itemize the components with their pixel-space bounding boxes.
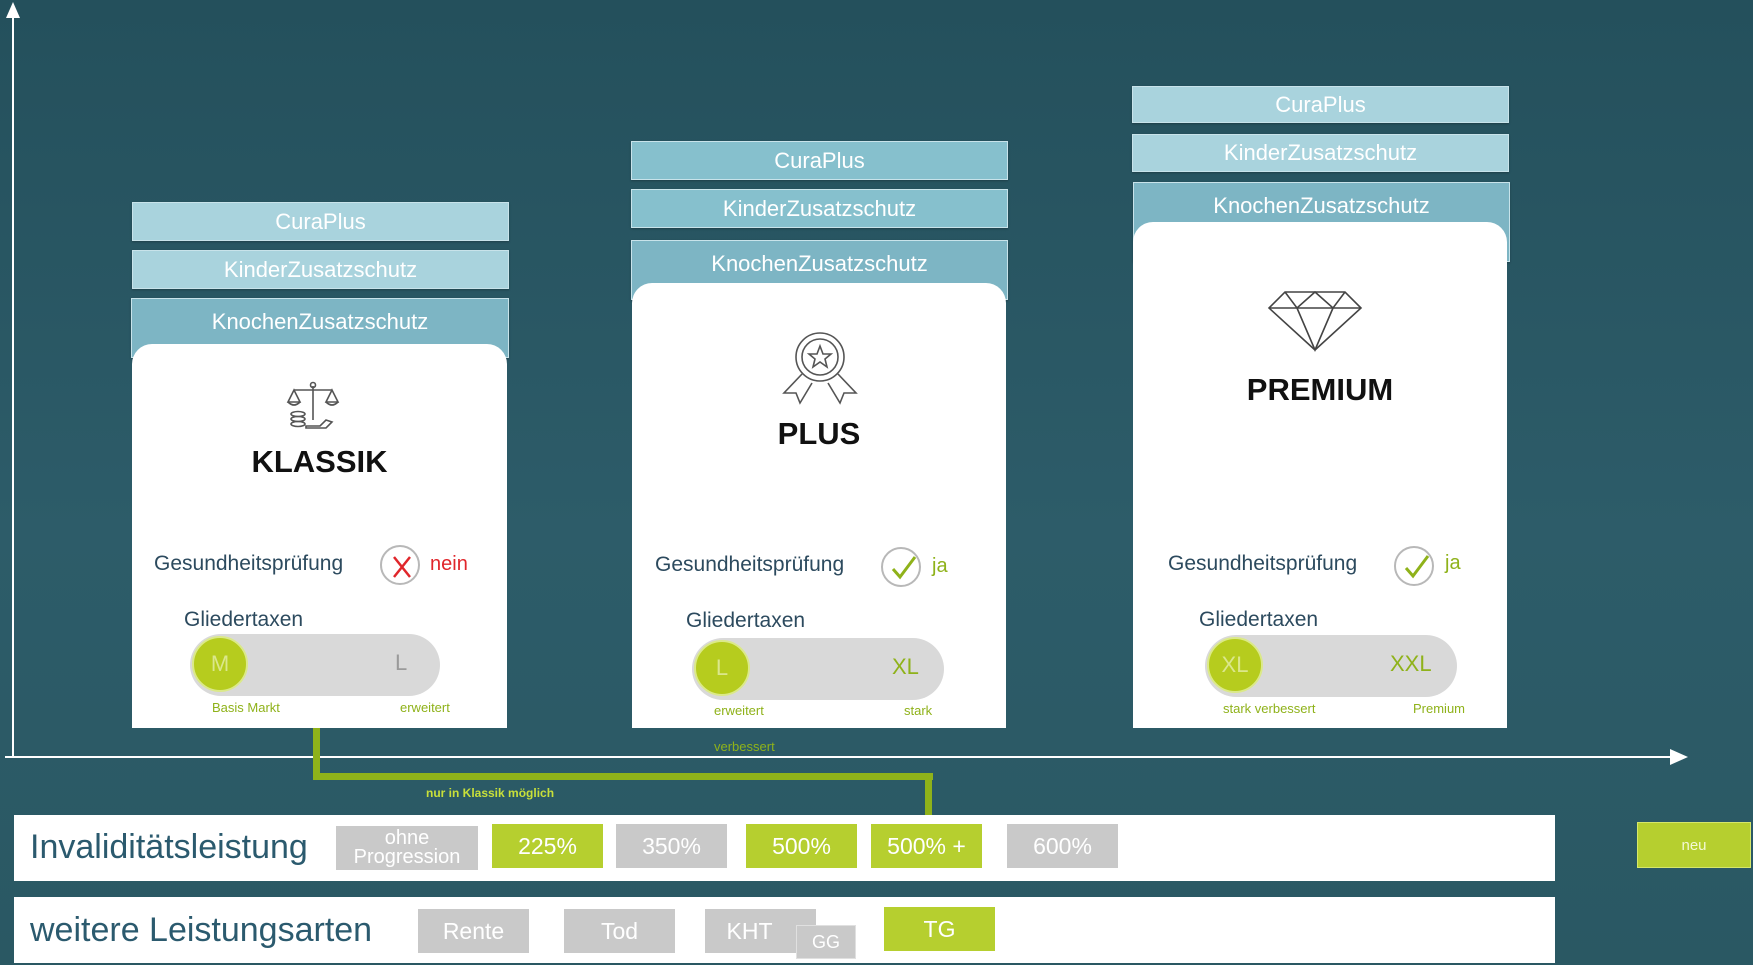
x-mark-icon: [380, 545, 420, 585]
gliedertaxen-label: Gliedertaxen: [686, 609, 806, 632]
invaliditaet-row: Invaliditätsleistung ohne Progression 22…: [14, 815, 1555, 881]
legend-neu: neu: [1637, 822, 1751, 868]
plus-card: PLUS Gesundheitsprüfung ja Gliedertaxen …: [632, 283, 1006, 728]
slider-end-label: XL: [892, 654, 919, 679]
option-chip[interactable]: 600%: [1007, 824, 1118, 868]
slider-knob[interactable]: L: [694, 640, 750, 696]
addon-label: KnochenZusatzschutz: [711, 251, 928, 276]
option-chip[interactable]: 350%: [616, 824, 727, 868]
slider-end-label: L: [395, 650, 408, 675]
connector-caption: nur in Klassik möglich: [426, 786, 555, 800]
addon-label: CuraPlus: [774, 147, 865, 173]
row-title: Invaliditätsleistung: [30, 828, 308, 866]
slider-end-label: XXL: [1390, 651, 1432, 676]
klassik-curaplus-bar: CuraPlus: [132, 202, 509, 241]
premium-kinder-bar: KinderZusatzschutz: [1132, 134, 1509, 172]
option-chip[interactable]: 500%: [746, 824, 857, 868]
slider-right-caption: stark: [904, 703, 933, 718]
gp-verdict: ja: [1445, 552, 1461, 574]
diamond-icon: [1267, 290, 1363, 352]
addon-label: KinderZusatzschutz: [722, 195, 917, 221]
slider-below-caption: verbessert: [714, 739, 775, 754]
addon-label: CuraPlus: [1275, 91, 1366, 117]
addon-label: CuraPlus: [275, 208, 366, 234]
addon-label: KinderZusatzschutz: [1223, 140, 1418, 165]
addon-label: KnochenZusatzschutz: [211, 309, 429, 334]
gp-verdict: ja: [932, 555, 948, 577]
y-axis-arrowhead: [6, 2, 20, 18]
plus-kinder-bar: KinderZusatzschutz: [631, 189, 1008, 228]
premium-curaplus-bar: CuraPlus: [1132, 86, 1509, 123]
tier-title: PREMIUM: [1246, 372, 1394, 407]
gp-verdict: nein: [430, 553, 468, 575]
addon-label: KnochenZusatzschutz: [1213, 193, 1430, 218]
y-axis-line: [12, 14, 14, 756]
gliedertaxen-label: Gliedertaxen: [184, 608, 304, 631]
option-chip[interactable]: ohne Progression: [336, 826, 478, 870]
scale-icon: [286, 381, 340, 429]
x-axis-line: [5, 756, 1673, 758]
option-chip[interactable]: GG: [796, 925, 856, 959]
klassik-card: KLASSIK Gesundheitsprüfung nein Gliedert…: [132, 344, 507, 728]
check-mark-icon: [881, 547, 921, 587]
option-chip[interactable]: Tod: [564, 909, 675, 953]
gliedertaxen-label: Gliedertaxen: [1199, 608, 1319, 631]
slider-left-caption: stark verbessert: [1223, 701, 1316, 716]
option-chip[interactable]: Rente: [418, 909, 529, 953]
option-chip[interactable]: 225%: [492, 824, 603, 868]
gesundheitspruefung-label: Gesundheitsprüfung: [154, 552, 344, 575]
slider-left-caption: erweitert: [714, 703, 764, 718]
slider-knob[interactable]: XL: [1207, 637, 1263, 693]
slider-knob[interactable]: M: [192, 636, 248, 692]
addon-label: KinderZusatzschutz: [223, 256, 418, 282]
slider-right-caption: erweitert: [400, 700, 450, 715]
row-title: weitere Leistungsarten: [30, 911, 373, 949]
check-mark-icon: [1394, 546, 1434, 586]
award-icon: [782, 332, 858, 405]
slider-right-caption: Premium: [1413, 701, 1466, 716]
option-chip[interactable]: TG: [884, 907, 995, 951]
gliedertaxen-slider[interactable]: M L: [190, 634, 440, 696]
slider-left-caption: Basis Markt: [212, 700, 280, 715]
plus-curaplus-bar: CuraPlus: [631, 141, 1008, 180]
klassik-kinder-bar: KinderZusatzschutz: [132, 250, 509, 289]
weitere-leistungsarten-row: weitere Leistungsarten Rente Tod KHT GG …: [14, 897, 1555, 963]
gliedertaxen-slider[interactable]: XL XXL: [1205, 635, 1457, 697]
premium-card: PREMIUM Gesundheitsprüfung ja Gliedertax…: [1133, 222, 1507, 728]
connector-horizontal: [313, 773, 933, 780]
gliedertaxen-slider[interactable]: L XL: [692, 638, 944, 700]
gesundheitspruefung-label: Gesundheitsprüfung: [1168, 552, 1358, 575]
x-axis-arrowhead: [1670, 749, 1688, 765]
tier-title: PLUS: [777, 416, 861, 451]
tier-title: KLASSIK: [251, 444, 388, 479]
option-chip[interactable]: 500% +: [871, 824, 982, 868]
gesundheitspruefung-label: Gesundheitsprüfung: [655, 553, 845, 576]
